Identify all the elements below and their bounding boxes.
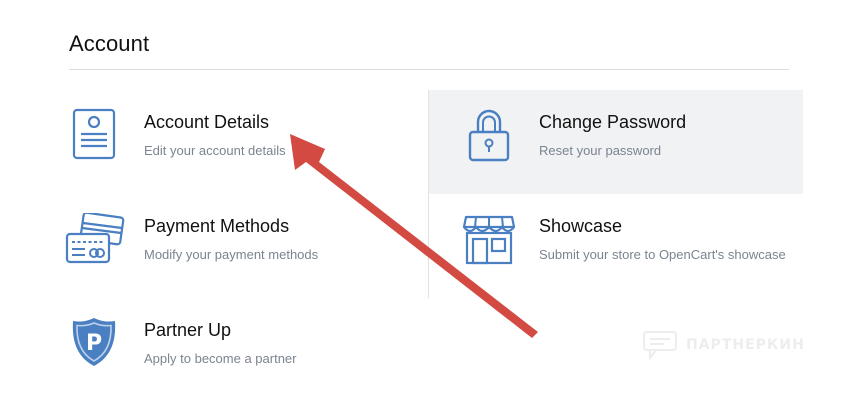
change-password-title: Change Password bbox=[539, 112, 687, 132]
payment-methods-card[interactable]: Payment Methods Modify your payment meth… bbox=[60, 194, 428, 298]
account-details-card[interactable]: Account Details Edit your account detail… bbox=[60, 90, 428, 194]
account-details-title: Account Details bbox=[144, 112, 270, 132]
credit-cards-icon bbox=[65, 211, 125, 270]
partner-up-title: Partner Up bbox=[144, 320, 232, 340]
watermark: ПАРТНЕРКИН bbox=[642, 330, 805, 360]
showcase-title: Showcase bbox=[539, 216, 623, 236]
showcase-card[interactable]: Showcase Submit your store to OpenCart's… bbox=[429, 194, 803, 298]
payment-methods-description: Modify your payment methods bbox=[144, 247, 319, 262]
change-password-card[interactable]: Change Password Reset your password bbox=[429, 90, 803, 194]
id-card-icon bbox=[72, 108, 116, 165]
partner-up-card[interactable]: P Partner Up Apply to become a partner bbox=[60, 298, 428, 402]
svg-text:P: P bbox=[86, 331, 102, 356]
partner-up-description: Apply to become a partner bbox=[144, 351, 297, 366]
watermark-logo-icon bbox=[643, 331, 677, 360]
watermark-text: ПАРТНЕРКИН bbox=[686, 337, 805, 353]
showcase-description: Submit your store to OpenCart's showcase bbox=[539, 247, 786, 262]
partner-shield-icon: P bbox=[71, 316, 117, 373]
account-details-description: Edit your account details bbox=[144, 143, 286, 158]
page-title: Account bbox=[69, 31, 150, 56]
change-password-description: Reset your password bbox=[539, 143, 662, 158]
padlock-icon bbox=[468, 108, 510, 167]
payment-methods-title: Payment Methods bbox=[144, 216, 290, 236]
storefront-icon bbox=[462, 213, 516, 270]
title-divider bbox=[69, 69, 789, 70]
